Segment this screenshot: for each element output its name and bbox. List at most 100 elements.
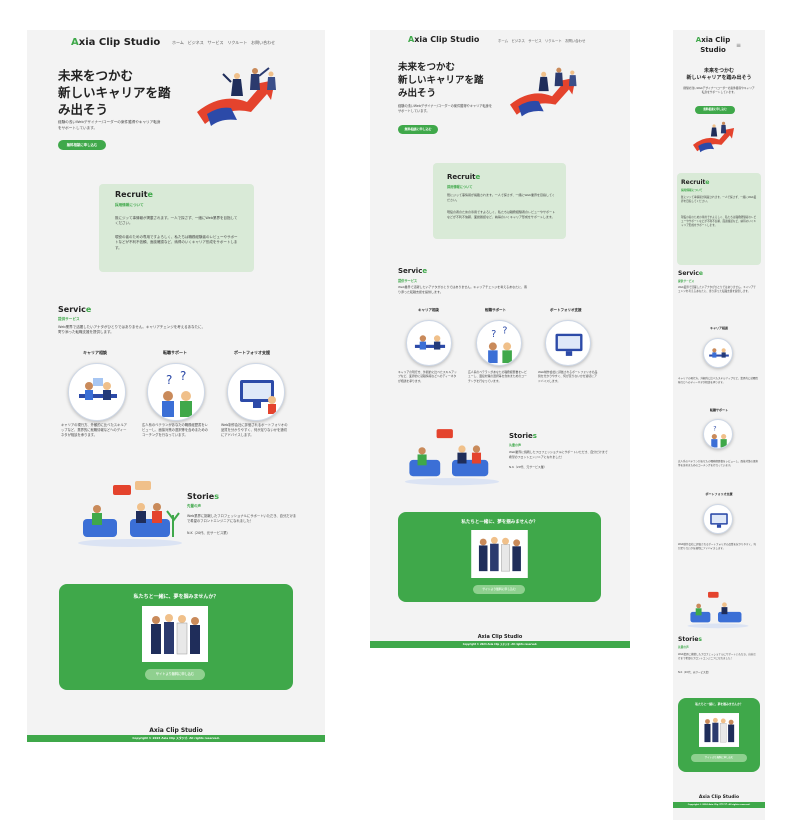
service-item-desc-job: 広人系のベテランがあなたの職務経歴書をレビューし、面接対策の選択等を含めまための…: [468, 370, 527, 383]
service-subtitle: 提供サービス: [398, 279, 418, 283]
nav-item-service[interactable]: サービス: [528, 39, 542, 43]
recruit-paragraph-1: 既にジッて事情報が掲載されます。一人で探さず、一緒にWeb業界を目指してください…: [447, 193, 555, 202]
svg-text:?: ?: [166, 373, 172, 387]
footer-copyright: Copyright © 2024 Axia Clip スタジオ. All rig…: [687, 804, 751, 806]
footer-copyright: Copyright © 2024 Axia Clip スタジオ. All rig…: [462, 643, 538, 646]
service-item-title-career: キャリア相談: [418, 308, 439, 312]
stories-signature: N.K（20代、元サービス業）: [187, 531, 230, 535]
join-team-image: [142, 606, 208, 662]
service-description: Web業界で活躍したいアナタがひとりではありません。キャリアチェンジを考えるあな…: [58, 325, 206, 335]
job-support-image: ?: [703, 419, 733, 449]
service-description: Web業界で活躍したいアナタがひとりではありません。キャリアチェンジを考えるあな…: [398, 285, 528, 294]
svg-text:?: ?: [491, 329, 496, 340]
footer-logo[interactable]: Axia Clip Studio: [370, 634, 630, 640]
join-title: 私たちと一緒に、夢を掴みませんか？: [695, 702, 743, 706]
hero-illustration: [693, 121, 735, 153]
service-subtitle: 提供サービス: [58, 317, 80, 321]
hero-title: 未来をつかむ 新しいキャリアを踏 み出そう: [398, 62, 484, 99]
hamburger-menu-icon[interactable]: ≡: [736, 42, 741, 49]
stories-subtitle: 先輩の声: [187, 504, 201, 508]
service-title: Service: [58, 305, 92, 314]
service-item-title-job: 転職サポート: [163, 350, 187, 355]
join-title: 私たちと一緒に、夢を掴みませんか？: [133, 594, 219, 600]
service-item-title-portfolio: ポートフォリオ支援: [550, 308, 582, 312]
hero-description: 経験の浅いWebデザイナー/コーダーの案件獲得やキャリア転身をサポートしています…: [398, 104, 493, 113]
svg-text:?: ?: [180, 369, 186, 383]
join-team-image: [471, 530, 528, 578]
stories-illustration: [78, 481, 182, 547]
stories-title: Stories: [509, 432, 537, 440]
stories-description: Web業界に挑戦したフロフェッショナルにサポートいただき、自分だけまで希望のフロ…: [187, 514, 297, 524]
nav-item-recruit[interactable]: リクルート: [227, 40, 247, 45]
nav-item-home[interactable]: ホーム: [172, 40, 184, 45]
service-item-desc-career: キャリアの現行方、外観的に比べたスキルアップなど、業界的に就職情報などへのディー…: [678, 377, 758, 384]
service-item-title-career: キャリア相談: [83, 350, 107, 355]
service-description: Web業界で活躍したいアナタがひとりではありません。キャリアチェンジを考えるあな…: [678, 286, 757, 294]
footer-copyright: Copyright © 2024 Axia Clip スタジオ. All rig…: [132, 736, 220, 740]
nav-item-recruit[interactable]: リクルート: [545, 39, 562, 43]
nav-item-business[interactable]: ビジネス: [188, 40, 204, 45]
mobile-preview: Axia Clip Studioxia Clip Studio ≡ 未来をつかむ…: [673, 30, 765, 820]
stories-title: Stories: [187, 492, 219, 501]
service-item-desc-job: 広人系のベテランがあなたの職務経歴書をレビューし、面接対策の選択等を含めまための…: [678, 460, 759, 467]
footer-logo[interactable]: Axia Clip Studio: [673, 795, 765, 800]
service-item-desc-job: 広人系のベテランがあなたの職務経歴書をレビューし、面接対策の選択等を含めまための…: [142, 423, 208, 438]
stories-signature: N.K（20代、元サービス業）: [678, 671, 711, 674]
site-logo[interactable]: Axia Clip Studio: [408, 35, 479, 44]
service-item-desc-portfolio: Web制作会社に評価されるポートフォリオの品質を分かりやすく、何が足りないかを適…: [538, 370, 598, 383]
footer-logo[interactable]: Axia Clip Studio: [27, 727, 325, 734]
footer-bar: Copyright © 2024 Axia Clip スタジオ. All rig…: [370, 641, 630, 648]
join-title: 私たちと一緒に、夢を掴みませんか？: [461, 520, 538, 525]
join-apply-button[interactable]: サイトより無料に申し込む: [691, 754, 747, 762]
nav-item-contact[interactable]: お問い合わせ: [565, 39, 585, 43]
tablet-preview: Axia Clip Studio ホーム ビジネス サービス リクルート お問い…: [370, 30, 630, 648]
service-item-title-job: 転職サポート: [485, 308, 506, 312]
recruit-title: Recruite: [115, 190, 153, 199]
hero-cta-button[interactable]: 無料相談に申し込む: [58, 140, 106, 150]
hero-cta-button[interactable]: 無料相談に申し込む: [695, 106, 735, 114]
service-item-desc-career: キャリアの現行方、外観的に比べたスキルアップなど、業界的に就職情報などへのディー…: [398, 370, 457, 383]
career-consult-image: [68, 363, 126, 421]
hero-title: 未来をつかむ 新しいキャリアを踏み出そう: [686, 68, 752, 81]
join-apply-button[interactable]: サイトより無料に申し込む: [145, 669, 205, 680]
footer-bar: Copyright © 2024 Axia Clip スタジオ. All rig…: [673, 802, 765, 808]
job-support-image: ??: [147, 363, 205, 421]
stories-illustration: [404, 429, 500, 486]
service-title: Service: [678, 270, 703, 277]
recruit-paragraph-2: 現役の者のための専用ですよろしく、私たちは職務経験者のレビューやサポートなどが不…: [115, 235, 238, 250]
stories-illustration: [687, 591, 749, 629]
svg-text:?: ?: [502, 326, 507, 337]
stories-description: Web業界に挑戦したフロフェッショナルにサポートいただき、自分だけまで希望のフロ…: [678, 653, 756, 660]
footer-bar: Copyright © 2024 Axia Clip スタジオ. All rig…: [27, 735, 325, 742]
join-apply-button[interactable]: サイトより無料に申し込む: [473, 585, 525, 594]
stories-signature: N.K（20代、元サービス業）: [509, 465, 547, 469]
portfolio-support-image: [545, 320, 591, 366]
hero-title: 未来をつかむ 新しいキャリアを踏 み出そう: [58, 68, 171, 117]
svg-text:?: ?: [713, 425, 716, 432]
desktop-preview: Axia Clip Studio ホーム ビジネス サービス リクルート お問い…: [27, 30, 325, 742]
nav-item-service[interactable]: サービス: [208, 40, 224, 45]
recruit-paragraph-1: 既にジッて事情報が掲載されます。一人で探さず、一緒にWeb業界を目指してください…: [115, 216, 238, 226]
career-consult-image: [406, 320, 452, 366]
join-team-image: [699, 713, 739, 747]
service-item-title-career: キャリア相談: [709, 326, 728, 330]
job-support-image: ??: [476, 320, 522, 366]
hero-cta-button[interactable]: 無料相談に申し込む: [398, 125, 438, 134]
career-consult-image: [703, 338, 733, 368]
recruit-title: Recruite: [447, 173, 481, 181]
site-logo[interactable]: Axia Clip Studio: [71, 37, 160, 48]
stories-description: Web業界に挑戦したフロフェッショナルにサポートいただき、自分だけまで希望のフロ…: [509, 450, 608, 459]
nav-item-business[interactable]: ビジネス: [511, 39, 525, 43]
recruit-subtitle: 採用情報について: [681, 188, 703, 192]
hero-description: 経験の浅いWebデザイナー/コーダーの案件獲得やキャリア転身をサポートしています…: [58, 120, 161, 130]
recruit-paragraph-2: 現役の者のための専用ですよろしく、私たちは職務経験者のレビューやサポートなどが不…: [681, 216, 757, 228]
nav-item-home[interactable]: ホーム: [498, 39, 508, 43]
nav-item-contact[interactable]: お問い合わせ: [251, 40, 275, 45]
service-item-desc-portfolio: Web制作会社に評価されるポートフォリオの品質を分かりやすく、何が足りないかを適…: [678, 543, 756, 550]
stories-subtitle: 先輩の声: [509, 443, 522, 447]
hero-illustration: [510, 67, 577, 117]
stories-title: Stories: [678, 636, 702, 643]
hero-description: 経験の浅いWebデザイナー/コーダーの案件獲得やキャリア転身をサポートしています…: [683, 86, 755, 95]
recruit-subtitle: 採用情報について: [115, 203, 144, 207]
service-item-title-portfolio: ポートフォリオ支援: [234, 350, 270, 355]
